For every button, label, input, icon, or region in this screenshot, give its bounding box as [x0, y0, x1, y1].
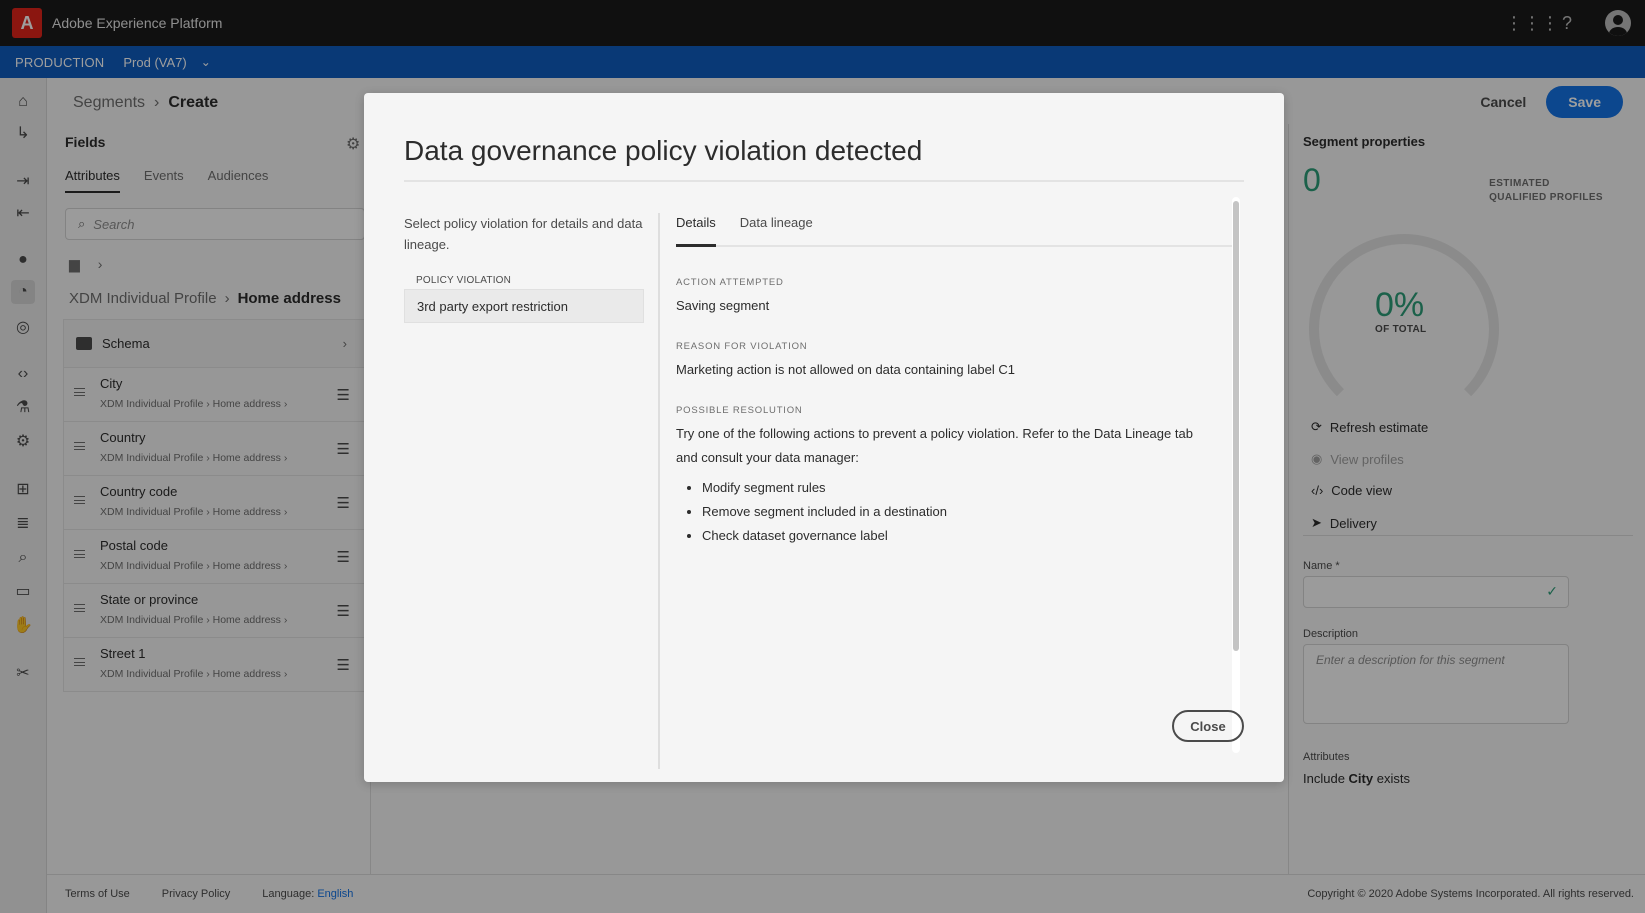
resolution-section: POSSIBLE RESOLUTION Try one of the follo… — [676, 405, 1216, 548]
tab-details[interactable]: Details — [676, 213, 716, 247]
resolution-steps: Modify segment rules Remove segment incl… — [702, 476, 1216, 548]
scrollbar-thumb[interactable] — [1233, 201, 1239, 651]
violation-list-panel: Select policy violation for details and … — [404, 213, 644, 323]
panel-divider — [658, 213, 660, 769]
detail-tabs: Details Data lineage — [676, 213, 1232, 247]
reason-value: Marketing action is not allowed on data … — [676, 362, 1015, 377]
reason-section: REASON FOR VIOLATION Marketing action is… — [676, 341, 1216, 382]
policy-violation-dialog: Data governance policy violation detecte… — [364, 93, 1284, 782]
dialog-intro: Select policy violation for details and … — [404, 216, 643, 252]
list-item: Check dataset governance label — [702, 524, 1216, 548]
tab-data-lineage[interactable]: Data lineage — [740, 213, 813, 247]
list-item: Modify segment rules — [702, 476, 1216, 500]
action-attempted-value: Saving segment — [676, 298, 770, 313]
violation-item[interactable]: 3rd party export restriction — [404, 289, 644, 323]
violation-header: POLICY VIOLATION — [416, 275, 512, 286]
title-divider — [404, 180, 1244, 182]
reason-label: REASON FOR VIOLATION — [676, 341, 808, 352]
dialog-title: Data governance policy violation detecte… — [404, 135, 923, 166]
resolution-label: POSSIBLE RESOLUTION — [676, 405, 803, 416]
action-attempted-label: ACTION ATTEMPTED — [676, 277, 784, 288]
close-button[interactable]: Close — [1172, 710, 1244, 742]
action-attempted-section: ACTION ATTEMPTED Saving segment — [676, 277, 1216, 318]
resolution-text: Try one of the following actions to prev… — [676, 426, 1193, 465]
list-item: Remove segment included in a destination — [702, 500, 1216, 524]
